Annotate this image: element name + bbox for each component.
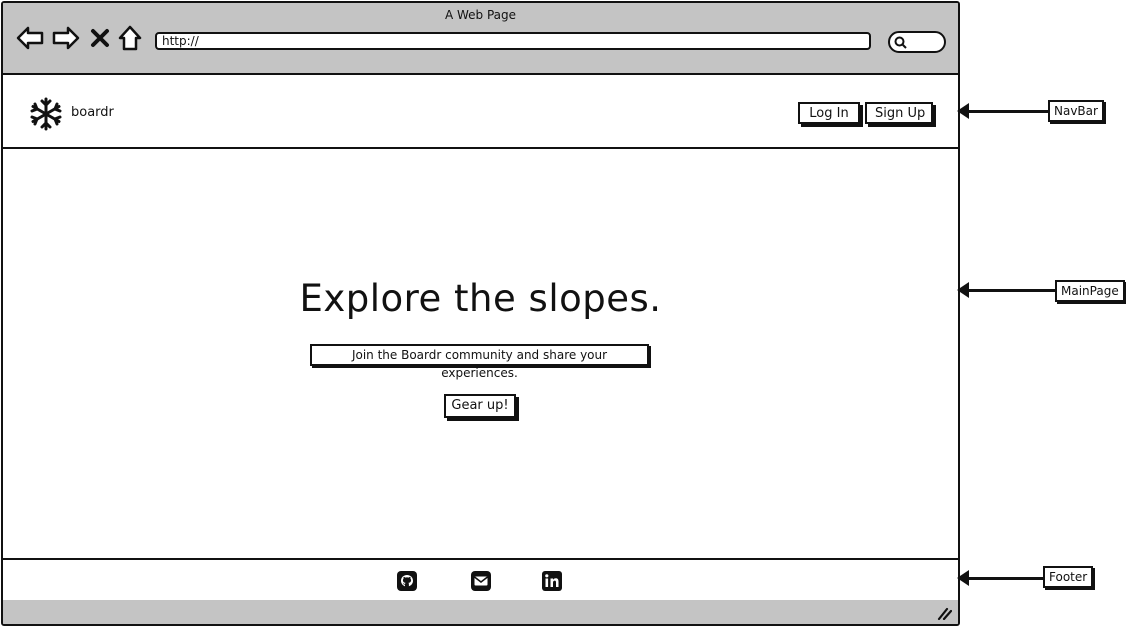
mail-icon[interactable] <box>470 570 492 592</box>
back-arrow-icon[interactable] <box>15 23 45 53</box>
signup-button[interactable]: Sign Up <box>865 102 933 124</box>
browser-chrome: A Web Page <box>3 3 958 75</box>
mainpage-callout-label: MainPage <box>1055 280 1125 302</box>
gear-up-button[interactable]: Gear up! <box>444 394 516 418</box>
navbar: boardr Log In Sign Up <box>3 75 958 149</box>
footer <box>3 558 958 602</box>
footer-callout-label: Footer <box>1043 566 1094 588</box>
browser-status-bar <box>3 600 958 624</box>
browser-window: A Web Page http:// boardr Log In Sign Up… <box>1 1 960 626</box>
linkedin-icon[interactable] <box>541 570 563 592</box>
home-icon[interactable] <box>117 23 143 53</box>
forward-arrow-icon[interactable] <box>51 23 81 53</box>
footer-arrow <box>966 577 1044 580</box>
tagline: Join the Boardr community and share your… <box>310 344 649 380</box>
mainpage-arrow <box>966 289 1056 292</box>
main-page: Explore the slopes. Join the Boardr comm… <box>3 149 958 558</box>
snowflake-icon[interactable] <box>29 97 63 131</box>
brand-name[interactable]: boardr <box>71 105 114 120</box>
browser-search-field[interactable] <box>888 31 946 53</box>
search-icon <box>894 36 907 49</box>
resize-handle-icon[interactable] <box>936 606 952 620</box>
stop-icon[interactable] <box>89 23 111 53</box>
github-icon[interactable] <box>396 570 418 592</box>
address-bar[interactable] <box>155 32 871 50</box>
page-title: Explore the slopes. <box>299 277 662 320</box>
window-title: A Web Page <box>444 8 517 22</box>
navbar-arrow <box>966 110 1048 113</box>
navbar-callout-label: NavBar <box>1048 100 1104 122</box>
login-button[interactable]: Log In <box>798 102 860 124</box>
